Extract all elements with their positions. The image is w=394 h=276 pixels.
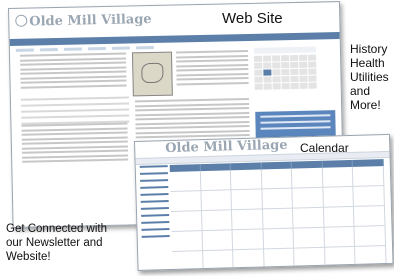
caption-feature-utilities: Utilities [350, 70, 389, 84]
calendar-preview: Olde Mill Village [134, 133, 394, 271]
caption-feature-history: History [350, 42, 388, 56]
caption-feature-and: and [350, 84, 371, 98]
caption-feature-health: Health [350, 56, 385, 70]
website-logo: Olde Mill Village [15, 12, 152, 30]
caption-calendar: Calendar [300, 141, 349, 155]
caption-newsletter-line-2: our Newsletter and [6, 237, 103, 249]
caption-newsletter-line-1: Get Connected with [6, 223, 108, 235]
caption-newsletter: Get Connected with our Newsletter and We… [6, 222, 107, 264]
caption-web-site: Web Site [222, 10, 283, 27]
mini-calendar [253, 46, 317, 106]
promo-box [255, 110, 336, 138]
map-thumbnail [131, 51, 173, 97]
caption-newsletter-line-3: Website! [6, 251, 51, 263]
mill-logo-icon [15, 14, 28, 27]
website-column-text [175, 49, 249, 87]
website-nav-bar [9, 32, 340, 52]
website-logo-text: Olde Mill Village [29, 11, 152, 30]
calendar-sidebar [138, 165, 170, 243]
website-intro-text [19, 52, 127, 91]
website-body-text [21, 122, 129, 166]
caption-features: History Health Utilities and More! [350, 42, 389, 112]
calendar-grid [169, 159, 387, 271]
caption-feature-more: More! [350, 98, 381, 112]
